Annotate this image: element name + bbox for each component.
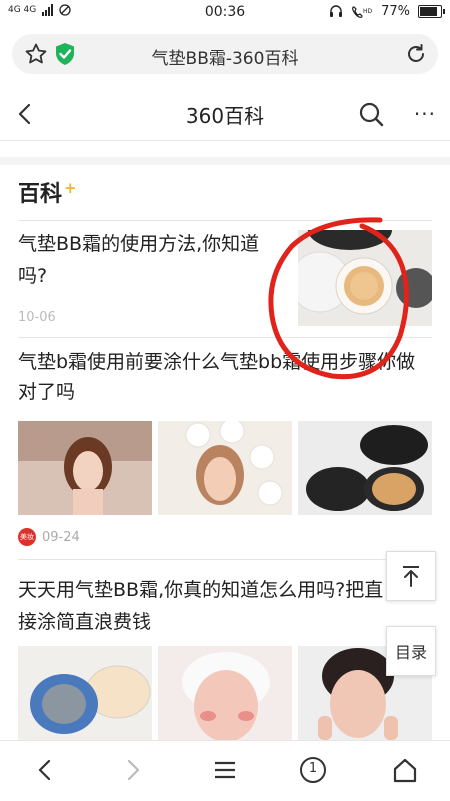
section-title: 百科 + <box>18 176 77 208</box>
puff-image <box>18 646 152 740</box>
tabs-count: 1 <box>308 761 318 776</box>
article-title[interactable]: 天天用气垫BB霜,你真的知道怎么用吗?把直接涂简直浪费钱 <box>18 574 398 638</box>
headset-icon <box>330 5 343 17</box>
article-image-face-1[interactable] <box>158 646 292 740</box>
home-icon[interactable] <box>390 755 420 785</box>
article-date: 09-24 <box>42 529 80 545</box>
bottom-toolbar: 1 <box>0 740 450 801</box>
tabs-button[interactable]: 1 <box>298 755 328 785</box>
forward-icon[interactable] <box>118 755 148 785</box>
reload-icon[interactable] <box>404 42 428 66</box>
plus-icon: + <box>64 178 77 197</box>
arrow-up-icon <box>403 566 419 587</box>
article-image-puff[interactable] <box>18 646 152 740</box>
article-image-flowers[interactable] <box>158 421 292 515</box>
article-meta: 美妆 09-24 <box>18 528 80 546</box>
separator <box>18 337 432 338</box>
search-icon[interactable] <box>358 101 384 127</box>
back-icon[interactable] <box>30 755 60 785</box>
separator <box>18 220 432 221</box>
status-right: HD 77% <box>329 4 445 19</box>
page-header: 360百科 ··· <box>0 88 450 141</box>
article-image-compact[interactable] <box>298 421 432 515</box>
toc-label: 目录 <box>394 643 427 662</box>
flower-model-image <box>158 421 292 515</box>
article-image-model[interactable] <box>18 421 152 515</box>
toc-button[interactable]: 目录 <box>386 626 436 676</box>
article-title[interactable]: 气垫b霜使用前要涂什么气垫bb霜使用步骤你做对了吗 <box>18 347 432 407</box>
battery-percent: 77% <box>381 4 410 19</box>
svg-text:HD: HD <box>363 8 373 15</box>
face-image <box>158 646 292 740</box>
more-menu-icon[interactable]: ··· <box>414 102 436 126</box>
battery-icon <box>418 5 445 18</box>
separator <box>18 559 432 560</box>
black-compact-image <box>298 421 432 515</box>
source-badge: 美妆 <box>18 528 36 546</box>
cushion-compact-image <box>298 230 432 326</box>
address-bar[interactable]: 气垫BB霜-360百科 <box>12 34 438 74</box>
url-title[interactable]: 气垫BB霜-360百科 <box>12 44 438 69</box>
menu-icon[interactable] <box>210 755 240 785</box>
scroll-top-button[interactable] <box>386 551 436 601</box>
article-title[interactable]: 气垫BB霜的使用方法,你知道吗? <box>18 228 278 292</box>
volte-call-icon: HD <box>352 6 373 18</box>
model-portrait-image <box>18 421 152 515</box>
article-thumbnail-cushion[interactable] <box>298 230 432 326</box>
section-title-text: 百科 <box>18 182 63 207</box>
section-divider <box>0 157 450 165</box>
article-date: 10-06 <box>18 310 56 325</box>
status-bar: 4G 4G 00:36 HD 77% <box>0 0 450 24</box>
